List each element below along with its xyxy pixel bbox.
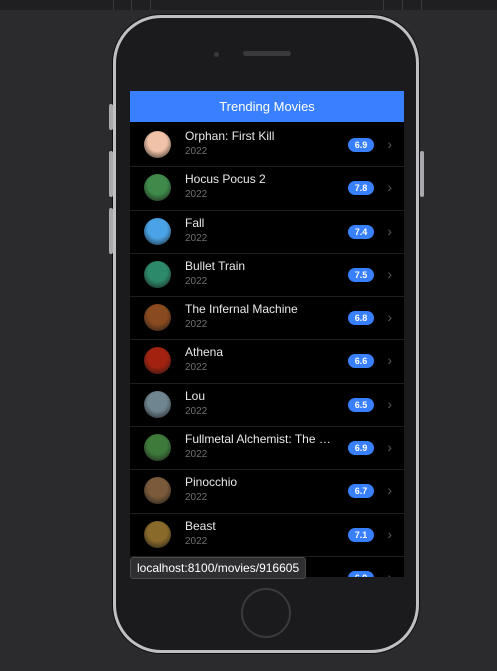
chevron-right-icon: › [387, 352, 392, 369]
movie-poster-avatar [144, 304, 171, 332]
chevron-right-icon: › [387, 395, 392, 412]
movie-title: Bullet Train [185, 258, 246, 273]
movie-poster-avatar [144, 174, 171, 202]
chevron-right-icon: › [387, 136, 392, 152]
rating-badge: 6.7 [348, 484, 374, 499]
movie-year: 2022 [185, 492, 208, 504]
strip-divider [421, 0, 422, 10]
movie-title: Beast [185, 518, 216, 533]
rating-badge: 6.9 [348, 441, 374, 456]
page-title: Trending Movies [130, 91, 404, 122]
list-item[interactable]: Fullmetal Alchemist: The Final Alchemy 20… [130, 427, 404, 471]
list-item[interactable]: Beast 2022 7.1 › [130, 514, 404, 557]
list-item[interactable]: Athena 2022 6.6 › [130, 340, 404, 384]
movie-title: Athena [185, 345, 224, 360]
rating-badge: 7.4 [348, 224, 374, 239]
list-item[interactable]: Orphan: First Kill 2022 6.9 › [130, 124, 404, 168]
strip-divider [402, 0, 403, 10]
movie-title: Hocus Pocus 2 [185, 172, 266, 187]
chevron-right-icon: › [387, 439, 392, 456]
movie-title: Fall [185, 215, 205, 230]
movie-poster-avatar [144, 520, 171, 548]
chevron-right-icon: › [387, 222, 392, 239]
strip-divider [113, 0, 114, 10]
list-item[interactable]: Pinocchio 2022 6.7 › [130, 470, 404, 514]
movie-title: Pinocchio [185, 475, 238, 490]
rating-badge: 6.9 [348, 138, 374, 152]
movie-year: 2022 [185, 146, 208, 157]
movie-poster-avatar [144, 434, 171, 462]
status-url: localhost:8100/movies/916605 [130, 557, 307, 579]
movie-year: 2022 [185, 449, 208, 461]
movie-year: 2022 [185, 189, 208, 201]
movie-title: Fullmetal Alchemist: The Final Alchemy [185, 432, 337, 447]
chevron-right-icon: › [387, 525, 392, 542]
strip-divider [131, 0, 132, 10]
movie-year: 2022 [185, 232, 208, 244]
chevron-right-icon: › [387, 265, 392, 282]
mute-switch [109, 104, 113, 130]
movie-title: Lou [185, 388, 206, 403]
list-item[interactable]: Lou 2022 6.5 › [130, 384, 404, 428]
volume-up-button [109, 151, 113, 197]
movie-list: Orphan: First Kill 2022 6.9 › Hocus Pocus 2 2… [130, 124, 404, 577]
movie-poster-avatar [144, 390, 171, 418]
rating-badge: 6.6 [348, 354, 374, 369]
movie-year: 2022 [185, 275, 208, 287]
movie-year: 2022 [185, 535, 208, 547]
chevron-right-icon: › [387, 568, 392, 577]
movie-poster-avatar [144, 260, 171, 288]
home-button[interactable] [241, 588, 291, 638]
rating-badge: 7.5 [348, 267, 374, 282]
movie-poster-avatar [144, 477, 171, 505]
movie-poster-avatar [144, 131, 171, 158]
rating-badge: 6.9 [348, 570, 374, 577]
rating-badge: 6.5 [348, 397, 374, 412]
earpiece-speaker [243, 51, 291, 56]
movie-title: Orphan: First Kill [185, 129, 275, 143]
rating-badge: 7.1 [348, 527, 374, 542]
editor-top-strip [0, 0, 497, 10]
movie-poster-avatar [144, 217, 171, 245]
strip-divider [150, 0, 151, 10]
app-screen: Trending Movies Orphan: First Kill 2022 6.… [130, 91, 404, 577]
rating-badge: 7.8 [348, 181, 374, 196]
power-button [420, 151, 424, 197]
chevron-right-icon: › [387, 482, 392, 499]
strip-divider [383, 0, 384, 10]
list-item[interactable]: The Infernal Machine 2022 6.8 › [130, 297, 404, 341]
volume-down-button [109, 208, 113, 254]
front-camera [214, 52, 219, 57]
list-item[interactable]: Hocus Pocus 2 2022 7.8 › [130, 167, 404, 211]
movie-year: 2022 [185, 405, 208, 417]
rating-badge: 6.8 [348, 311, 374, 326]
movie-year: 2022 [185, 319, 208, 331]
list-item[interactable]: Bullet Train 2022 7.5 › [130, 254, 404, 298]
movie-title: The Infernal Machine [185, 302, 298, 317]
chevron-right-icon: › [387, 309, 392, 326]
chevron-right-icon: › [387, 179, 392, 196]
movie-year: 2022 [185, 362, 208, 374]
list-item[interactable]: Fall 2022 7.4 › [130, 211, 404, 254]
movie-poster-avatar [144, 347, 171, 375]
